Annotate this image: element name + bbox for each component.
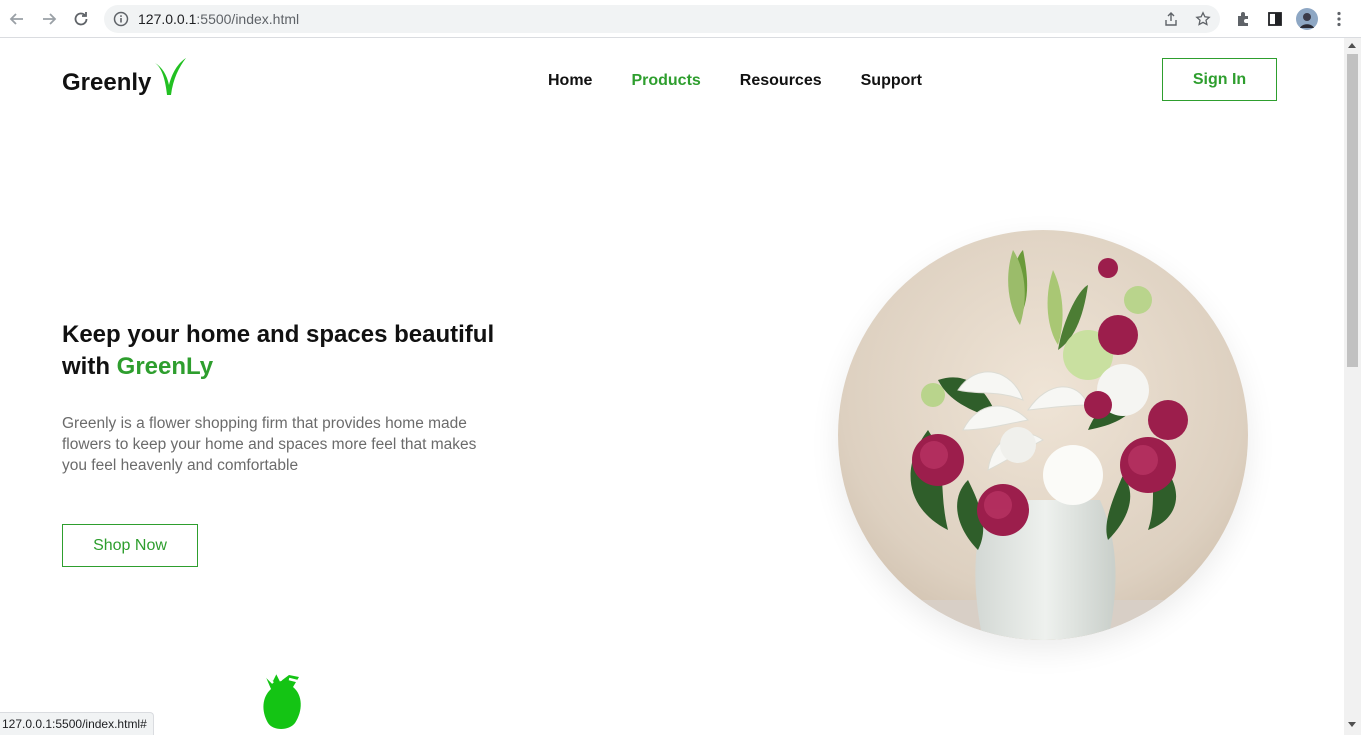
shop-now-button[interactable]: Shop Now [62, 524, 198, 567]
page-scrollbar[interactable] [1344, 38, 1361, 735]
back-arrow-icon[interactable] [5, 7, 29, 31]
logo-check-icon [155, 58, 187, 95]
extensions-icon[interactable] [1231, 7, 1255, 31]
reload-icon[interactable] [69, 7, 93, 31]
logo-text: Greenly [62, 69, 152, 96]
hero-flower-image [838, 230, 1248, 640]
star-icon[interactable] [1194, 10, 1212, 28]
share-icon[interactable] [1162, 10, 1180, 28]
more-icon[interactable] [1327, 7, 1351, 31]
hero-title-brand: GreenLy [116, 353, 214, 380]
main-nav: Home Products Resources Support [548, 72, 922, 90]
rose-icon [263, 672, 301, 729]
browser-toolbar: 127.0.0.1:5500/index.html [0, 0, 1361, 38]
hero-title: Keep your home and spaces beautiful with… [62, 321, 495, 380]
address-bar[interactable]: 127.0.0.1:5500/index.html [104, 5, 1220, 33]
sidepanel-icon[interactable] [1263, 7, 1287, 31]
profile-avatar[interactable] [1295, 7, 1319, 31]
hero-description: Greenly is a flower shopping firm that p… [62, 415, 477, 474]
scroll-down-icon[interactable] [1348, 722, 1356, 727]
status-url: 127.0.0.1:5500/index.html# [0, 712, 154, 735]
forward-arrow-icon[interactable] [37, 7, 61, 31]
logo[interactable]: Greenly [62, 57, 187, 97]
nav-products[interactable]: Products [631, 72, 700, 90]
page-content: Greenly Home Products Resources Support … [0, 39, 1344, 735]
info-icon[interactable] [112, 10, 130, 28]
nav-home[interactable]: Home [548, 72, 592, 90]
nav-resources[interactable]: Resources [740, 72, 822, 90]
sign-in-button[interactable]: Sign In [1162, 58, 1277, 101]
url-text: 127.0.0.1:5500/index.html [138, 11, 300, 27]
nav-support[interactable]: Support [861, 72, 922, 90]
scroll-up-icon[interactable] [1348, 43, 1356, 48]
scroll-thumb[interactable] [1347, 54, 1358, 367]
